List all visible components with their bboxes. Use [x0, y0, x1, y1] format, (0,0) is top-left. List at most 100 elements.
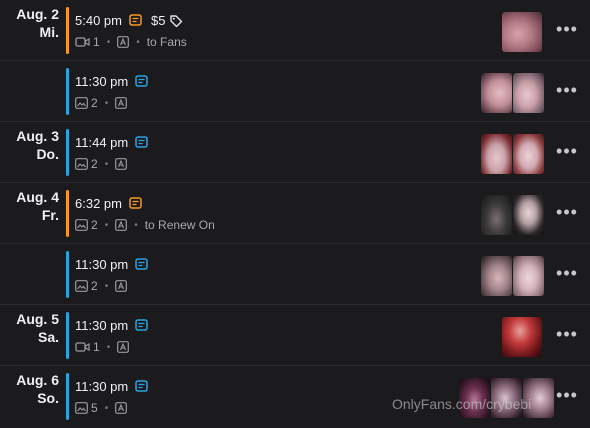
post-time[interactable]: 11:30 pm [75, 379, 148, 394]
media-count: 2 [91, 157, 98, 171]
media-count: 2 [91, 96, 98, 110]
separator-dot: • [134, 219, 138, 231]
more-options-icon[interactable]: ••• [556, 264, 578, 282]
post-meta: 1 • • to Fans [75, 35, 187, 49]
separator-dot: • [106, 341, 111, 353]
media-count: 5 [91, 401, 98, 415]
separator-dot: • [136, 36, 140, 48]
schedule-row[interactable]: Aug. 2 Mi. 5:40 pm $5 1 • • to Fans ••• [0, 0, 590, 61]
post-color-bar [66, 7, 69, 54]
media-thumbnail[interactable] [502, 12, 542, 52]
note-icon [135, 258, 148, 270]
time-text: 11:30 pm [75, 318, 129, 333]
media-count: 1 [93, 340, 100, 354]
text-format-icon [117, 341, 130, 353]
media-thumbnail[interactable] [481, 195, 512, 235]
post-time[interactable]: 11:44 pm [75, 135, 148, 150]
price-tag-icon [170, 14, 183, 27]
media-thumbnails[interactable] [481, 195, 544, 235]
more-options-icon[interactable]: ••• [556, 386, 578, 404]
video-icon [75, 37, 90, 47]
post-time[interactable]: 11:30 pm [75, 257, 148, 272]
image-icon [75, 280, 88, 292]
media-thumbnails[interactable] [502, 12, 542, 52]
post-time[interactable]: 11:30 pm [75, 318, 148, 333]
time-text: 11:30 pm [75, 379, 129, 394]
more-options-icon[interactable]: ••• [556, 20, 578, 38]
post-time[interactable]: 5:40 pm $5 [75, 13, 183, 28]
schedule-row[interactable]: 11:30 pm 2 • ••• [0, 61, 590, 122]
note-icon [135, 380, 148, 392]
post-color-bar [66, 129, 69, 176]
separator-dot: • [104, 280, 109, 292]
media-count: 2 [91, 218, 98, 232]
video-icon [75, 342, 90, 352]
date-label: Aug. 3 Do. [16, 128, 59, 162]
media-thumbnail[interactable] [502, 317, 542, 357]
audience-text: to Fans [146, 35, 187, 49]
separator-dot: • [104, 219, 109, 231]
more-options-icon[interactable]: ••• [556, 325, 578, 343]
schedule-row[interactable]: Aug. 4 Fr. 6:32 pm 2 • • to Renew On ••• [0, 183, 590, 244]
price-text: $5 [150, 13, 166, 28]
post-color-bar [66, 251, 69, 298]
media-thumbnails[interactable] [502, 317, 542, 357]
note-icon [135, 136, 148, 148]
date-label: Aug. 6 So. [16, 372, 59, 406]
post-color-bar [66, 373, 69, 420]
media-thumbnail[interactable] [513, 134, 544, 174]
date-label: Aug. 4 Fr. [16, 189, 59, 223]
media-thumbnails[interactable] [481, 256, 544, 296]
note-icon [135, 75, 148, 87]
post-meta: 2 • [75, 157, 128, 171]
time-text: 11:30 pm [75, 257, 129, 272]
text-format-icon [115, 402, 128, 414]
media-thumbnails[interactable] [481, 73, 544, 113]
time-text: 6:32 pm [75, 196, 122, 211]
post-meta: 2 • [75, 279, 128, 293]
audience-text: to Renew On [144, 218, 215, 232]
schedule-row[interactable]: Aug. 3 Do. 11:44 pm 2 • ••• [0, 122, 590, 183]
media-thumbnail[interactable] [481, 134, 512, 174]
separator-dot: • [104, 158, 109, 170]
schedule-row[interactable]: 11:30 pm 2 • ••• [0, 244, 590, 305]
image-icon [75, 97, 88, 109]
note-icon [129, 197, 142, 209]
media-thumbnail[interactable] [513, 195, 544, 235]
media-thumbnail[interactable] [513, 256, 544, 296]
post-meta: 1 • [75, 340, 130, 354]
post-meta: 5 • [75, 401, 128, 415]
more-options-icon[interactable]: ••• [556, 142, 578, 160]
post-meta: 2 • • to Renew On [75, 218, 215, 232]
media-thumbnail[interactable] [481, 256, 512, 296]
post-meta: 2 • [75, 96, 128, 110]
post-color-bar [66, 190, 69, 237]
more-options-icon[interactable]: ••• [556, 81, 578, 99]
media-thumbnails[interactable] [481, 134, 544, 174]
text-format-icon [115, 158, 128, 170]
text-format-icon [115, 97, 128, 109]
text-format-icon [115, 280, 128, 292]
post-time[interactable]: 6:32 pm [75, 196, 142, 211]
image-icon [75, 402, 88, 414]
post-time[interactable]: 11:30 pm [75, 74, 148, 89]
note-icon [129, 14, 142, 26]
text-format-icon [115, 219, 128, 231]
media-thumbnail[interactable] [513, 73, 544, 113]
image-icon [75, 158, 88, 170]
time-text: 5:40 pm [75, 13, 122, 28]
schedule-row[interactable]: Aug. 5 Sa. 11:30 pm 1 • ••• [0, 305, 590, 366]
post-color-bar [66, 68, 69, 115]
media-thumbnail[interactable] [481, 73, 512, 113]
date-label: Aug. 2 Mi. [16, 6, 59, 40]
more-options-icon[interactable]: ••• [556, 203, 578, 221]
note-icon [135, 319, 148, 331]
time-text: 11:30 pm [75, 74, 129, 89]
separator-dot: • [104, 97, 109, 109]
image-icon [75, 219, 88, 231]
time-text: 11:44 pm [75, 135, 129, 150]
watermark-text: OnlyFans.com/crybebi [392, 396, 532, 412]
separator-dot: • [106, 36, 111, 48]
date-label: Aug. 5 Sa. [16, 311, 59, 345]
post-color-bar [66, 312, 69, 359]
